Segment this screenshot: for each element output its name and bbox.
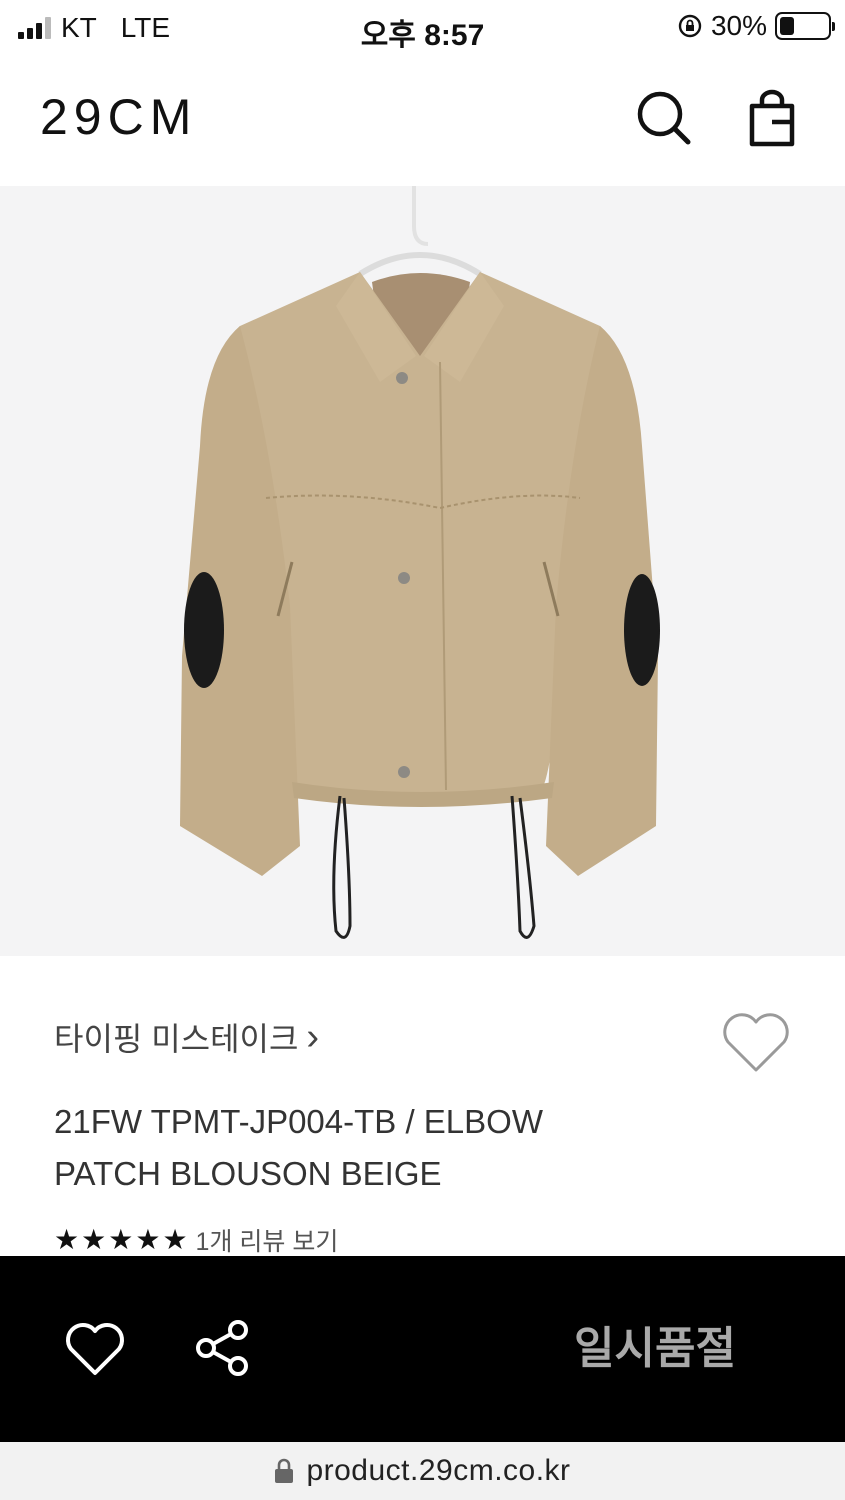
star-icon: ★	[108, 1224, 134, 1255]
star-icon: ★	[162, 1224, 188, 1255]
brand-name: 타이핑 미스테이크	[54, 1021, 299, 1057]
heart-outline-icon	[723, 1013, 789, 1072]
jacket-illustration	[180, 186, 660, 939]
product-title-line2: PATCH BLOUSON BEIGE	[54, 1155, 442, 1192]
rating-row[interactable]: ★ ★ ★ ★ ★ 1개 리뷰 보기	[54, 1222, 338, 1258]
shopping-bag-icon	[749, 89, 795, 147]
battery-icon	[775, 12, 835, 40]
status-bar: KT LTE 오후 8:57 30%	[0, 0, 845, 56]
heart-icon	[66, 1323, 124, 1375]
url-text: product.29cm.co.kr	[306, 1454, 571, 1487]
app-header: 29CM	[0, 56, 845, 186]
share-button[interactable]	[192, 1318, 252, 1378]
action-wishlist-button[interactable]	[64, 1320, 126, 1378]
status-right: 30%	[677, 10, 835, 42]
brand-link[interactable]: 타이핑 미스테이크 ›	[54, 1014, 319, 1060]
star-icon: ★	[54, 1224, 80, 1255]
sold-out-label: 일시품절	[574, 1324, 736, 1373]
chevron-right-icon: ›	[306, 1016, 320, 1058]
share-icon	[196, 1320, 248, 1376]
lock-icon	[275, 1458, 294, 1483]
search-button[interactable]	[634, 88, 694, 148]
battery-percent: 30%	[710, 10, 767, 41]
product-title-line1: 21FW TPMT-JP004-TB / ELBOW	[54, 1103, 543, 1140]
search-icon	[637, 91, 691, 145]
orientation-lock-icon	[678, 14, 702, 38]
cart-button[interactable]	[744, 88, 804, 148]
logo[interactable]: 29CM	[40, 88, 197, 146]
star-icon: ★	[81, 1224, 107, 1255]
product-title: 21FW TPMT-JP004-TB / ELBOW PATCH BLOUSON…	[54, 1096, 674, 1200]
browser-url-bar[interactable]: product.29cm.co.kr	[0, 1442, 845, 1500]
review-link[interactable]: 1개 리뷰 보기	[196, 1222, 339, 1258]
star-icon: ★	[135, 1224, 161, 1255]
wishlist-button[interactable]	[720, 1010, 792, 1076]
rating-stars: ★ ★ ★ ★ ★	[54, 1225, 188, 1255]
action-bar: 일시품절	[0, 1256, 845, 1442]
product-image[interactable]	[0, 186, 845, 956]
